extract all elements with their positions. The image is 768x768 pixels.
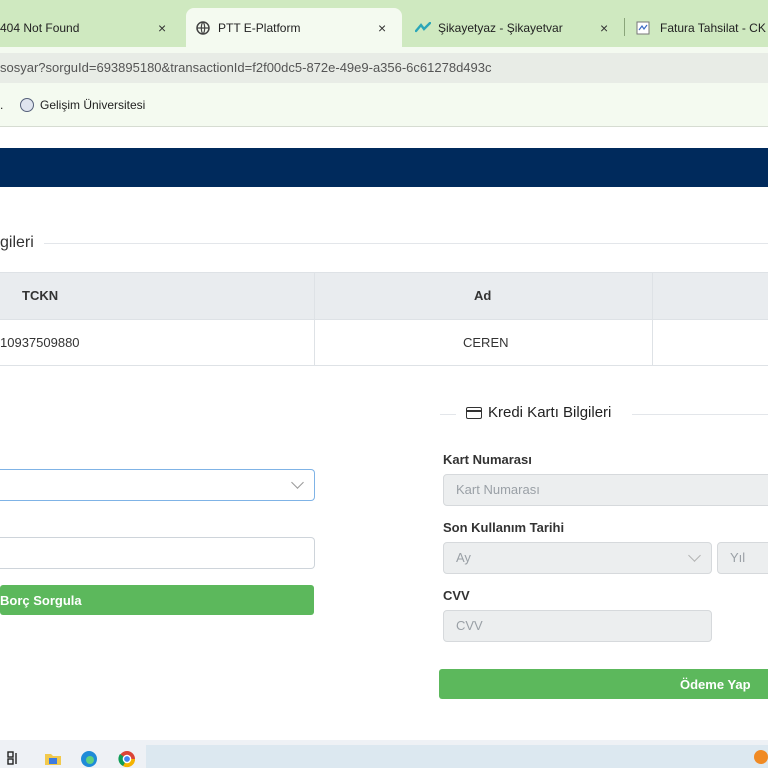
close-icon[interactable]: ×: [600, 20, 608, 36]
university-logo-icon: [20, 98, 34, 112]
button-label: Ödeme Yap: [680, 676, 751, 692]
address-bar-area: sosyar?sorguId=693895180&transactionId=f…: [0, 47, 768, 88]
credit-card-icon: [466, 406, 482, 419]
section-divider: [44, 243, 768, 244]
cvv-label: CVV: [443, 588, 470, 603]
button-label: Borç Sorgula: [0, 592, 82, 608]
card-number-input[interactable]: Kart Numarası: [443, 474, 768, 506]
cell-ad: CEREN: [463, 335, 509, 350]
credit-card-title-text: Kredi Kartı Bilgileri: [488, 404, 612, 421]
section-divider: [440, 414, 456, 415]
column-header-tckn: TCKN: [22, 288, 59, 303]
expiry-date-label: Son Kullanım Tarihi: [443, 520, 565, 535]
column-divider: [314, 320, 315, 365]
taskbar-tray-area: [146, 745, 768, 768]
tab-sikayetvar[interactable]: Şikayetyaz - Şikayetvar ×: [405, 8, 620, 47]
site-header-band: [0, 148, 768, 187]
cvv-input[interactable]: CVV: [443, 610, 712, 642]
bookmarks-bar: . Gelişim Üniversitesi: [0, 88, 768, 127]
sikayetvar-logo-icon: [415, 21, 431, 32]
tab-separator: [624, 18, 625, 36]
section-divider: [632, 414, 768, 415]
month-placeholder: Ay: [456, 550, 471, 565]
query-select[interactable]: [0, 469, 315, 501]
bookmark-item[interactable]: .: [0, 98, 3, 112]
column-divider: [314, 273, 315, 319]
task-view-icon[interactable]: [6, 750, 22, 766]
year-placeholder: Yıl: [730, 550, 746, 565]
card-number-label: Kart Numarası: [443, 452, 532, 467]
bookmark-label: .: [0, 98, 4, 112]
browser-tab-bar: 404 Not Found × PTT E-Platform × Şikayet…: [0, 0, 768, 47]
url-field[interactable]: sosyar?sorguId=693895180&transactionId=f…: [0, 53, 768, 83]
tab-404-not-found[interactable]: 404 Not Found ×: [0, 8, 183, 47]
cell-tckn: 10937509880: [0, 335, 80, 350]
edge-browser-icon[interactable]: [80, 750, 98, 768]
tab-ptt-e-platform[interactable]: PTT E-Platform ×: [186, 8, 402, 47]
tab-fatura-tahsilat[interactable]: Fatura Tahsilat - CK E: [626, 8, 768, 47]
query-input[interactable]: [0, 537, 315, 569]
taskbar: [0, 740, 768, 768]
globe-icon: [196, 20, 210, 35]
expiry-month-select[interactable]: Ay: [443, 542, 712, 574]
column-divider: [652, 320, 653, 365]
close-icon[interactable]: ×: [378, 20, 386, 36]
card-number-placeholder: Kart Numarası: [456, 482, 540, 497]
page-favicon-icon: [636, 21, 650, 34]
table-header: TCKN Ad: [0, 272, 768, 320]
section-title: gileri: [0, 234, 34, 251]
page-content: gileri TCKN Ad 10937509880 CEREN Borç So…: [0, 128, 768, 740]
table-row: 10937509880 CEREN: [0, 320, 768, 366]
tab-title: PTT E-Platform: [218, 20, 301, 35]
expiry-year-select[interactable]: Yıl: [717, 542, 768, 574]
chrome-browser-icon[interactable]: [118, 750, 136, 768]
chevron-down-icon: [688, 549, 701, 562]
tab-title: Fatura Tahsilat - CK E: [660, 20, 768, 35]
tab-title: Şikayetyaz - Şikayetvar: [438, 20, 563, 35]
notification-badge-icon[interactable]: [754, 750, 768, 764]
bookmark-label: Gelişim Üniversitesi: [40, 98, 146, 112]
borc-sorgula-button[interactable]: Borç Sorgula: [0, 585, 314, 615]
column-header-ad: Ad: [474, 288, 492, 303]
close-icon[interactable]: ×: [158, 20, 166, 36]
tab-title: 404 Not Found: [0, 20, 80, 35]
cvv-placeholder: CVV: [456, 618, 483, 633]
bookmark-gelisim-universitesi[interactable]: Gelişim Üniversitesi: [20, 98, 145, 112]
credit-card-section-title: Kredi Kartı Bilgileri: [466, 404, 611, 421]
odeme-yap-button[interactable]: Ödeme Yap: [439, 669, 768, 699]
column-divider: [652, 273, 653, 319]
chevron-down-icon: [291, 476, 304, 489]
file-explorer-icon[interactable]: [44, 750, 62, 766]
